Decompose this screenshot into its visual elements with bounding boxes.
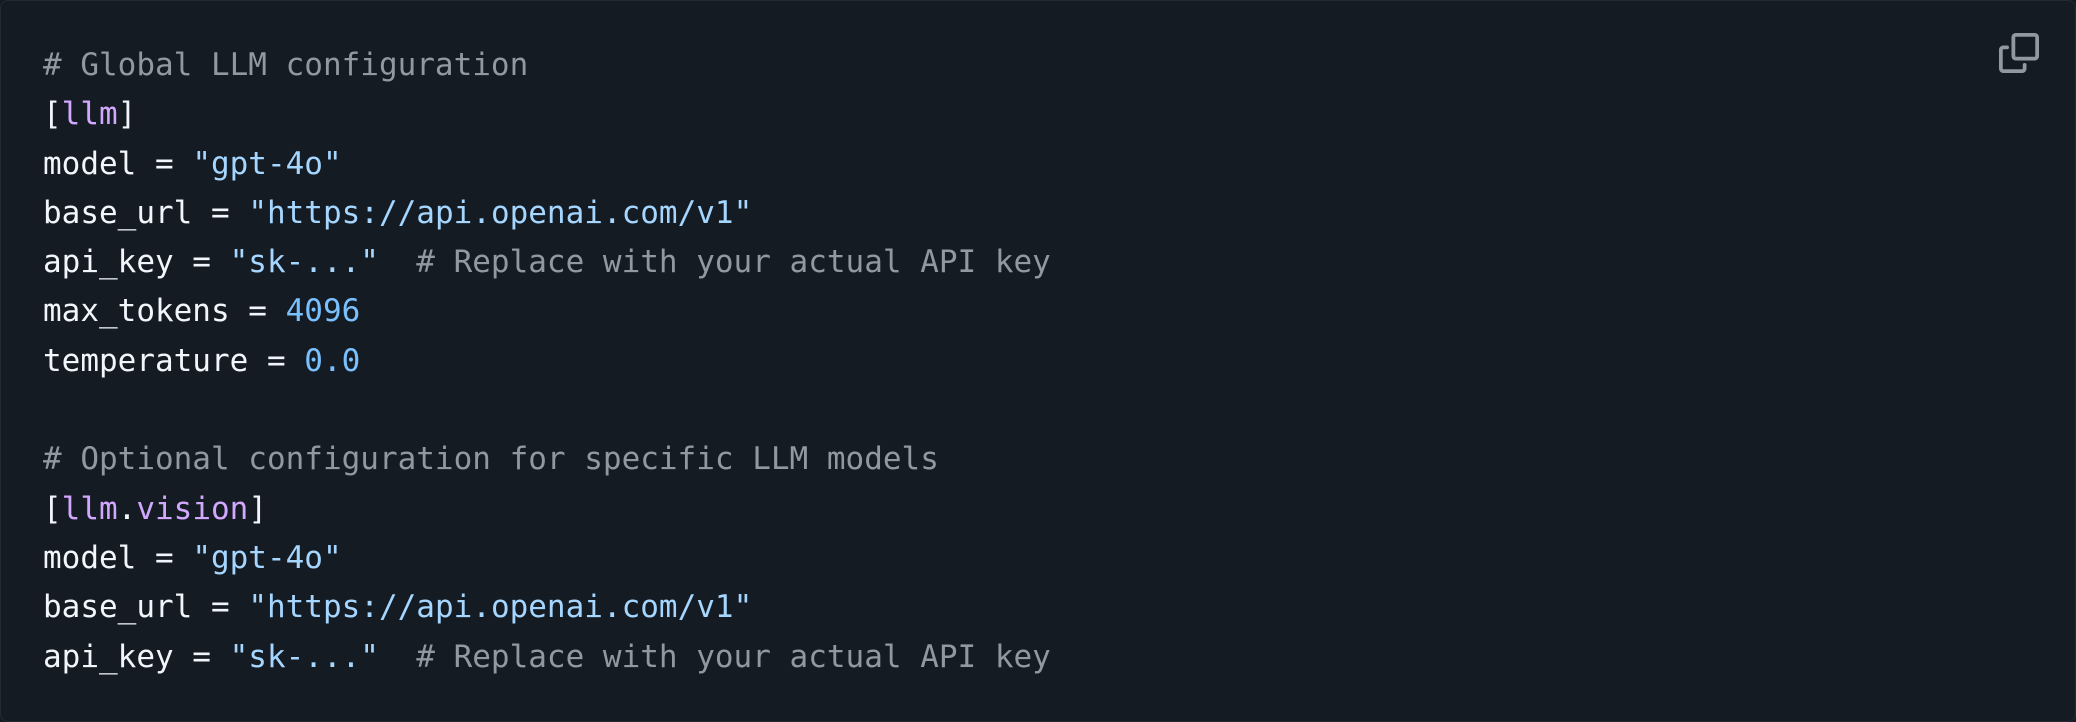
code-token-string: "gpt-4o" — [192, 539, 342, 576]
code-token-punct: [ — [43, 490, 62, 527]
code-token-section: llm — [61, 96, 118, 133]
copy-button[interactable] — [1997, 32, 2041, 78]
code-token-key: temperature = — [43, 342, 305, 379]
code-token-section: vision — [136, 490, 249, 527]
code-token-number: 4096 — [285, 293, 361, 330]
code-line: api_key = "sk-..." # Replace with your a… — [43, 238, 1051, 287]
code-line: max_tokens = 4096 — [43, 287, 1051, 336]
code-line: base_url = "https://api.openai.com/v1" — [43, 189, 1051, 238]
copy-icon — [1999, 32, 2039, 78]
code-token-punct: [ — [43, 96, 62, 133]
code-block-container: # Global LLM configuration [llm] model = "… — [0, 0, 2076, 722]
code-token-string: "https://api.openai.com/v1" — [248, 589, 753, 626]
code-line: [llm.vision] — [43, 485, 1051, 534]
code-token-key: api_key = — [43, 638, 230, 675]
code-line: temperature = 0.0 — [43, 337, 1051, 386]
code-token-comment: # Replace with your actual API key — [378, 244, 1051, 281]
code-line: [llm] — [43, 90, 1051, 139]
code-token-string: "sk-..." — [229, 638, 379, 675]
code-token-key: model = — [43, 145, 193, 182]
code-token-punct: ] — [248, 490, 267, 527]
code-token-key: api_key = — [43, 244, 230, 281]
code-token-key: base_url = — [43, 194, 249, 231]
code-token-punct: . — [117, 490, 137, 527]
code-token-string: "https://api.openai.com/v1" — [248, 194, 753, 231]
code-line: base_url = "https://api.openai.com/v1" — [43, 583, 1051, 632]
code-token-section: llm — [61, 490, 118, 527]
code-block[interactable]: # Global LLM configuration [llm] model = "… — [43, 41, 1051, 682]
code-token-comment: # Optional configuration for specific LL… — [43, 441, 939, 478]
code-token-string: "gpt-4o" — [192, 145, 342, 182]
code-token-comment: # Replace with your actual API key — [378, 638, 1051, 675]
code-token-comment: # Global LLM configuration — [43, 47, 529, 83]
code-token-number: 0.0 — [304, 342, 361, 379]
code-line: api_key = "sk-..." # Replace with your a… — [43, 633, 1051, 682]
code-token-punct: ] — [117, 96, 137, 133]
code-token-key: base_url = — [43, 589, 249, 626]
code-token-key: max_tokens = — [43, 293, 286, 330]
code-line: # Global LLM configuration — [43, 41, 1051, 90]
code-token-key: model = — [43, 539, 193, 576]
code-line: # Optional configuration for specific LL… — [43, 435, 1051, 484]
code-token-string: "sk-..." — [229, 244, 379, 281]
code-line: model = "gpt-4o" — [43, 534, 1051, 583]
code-line: model = "gpt-4o" — [43, 140, 1051, 189]
